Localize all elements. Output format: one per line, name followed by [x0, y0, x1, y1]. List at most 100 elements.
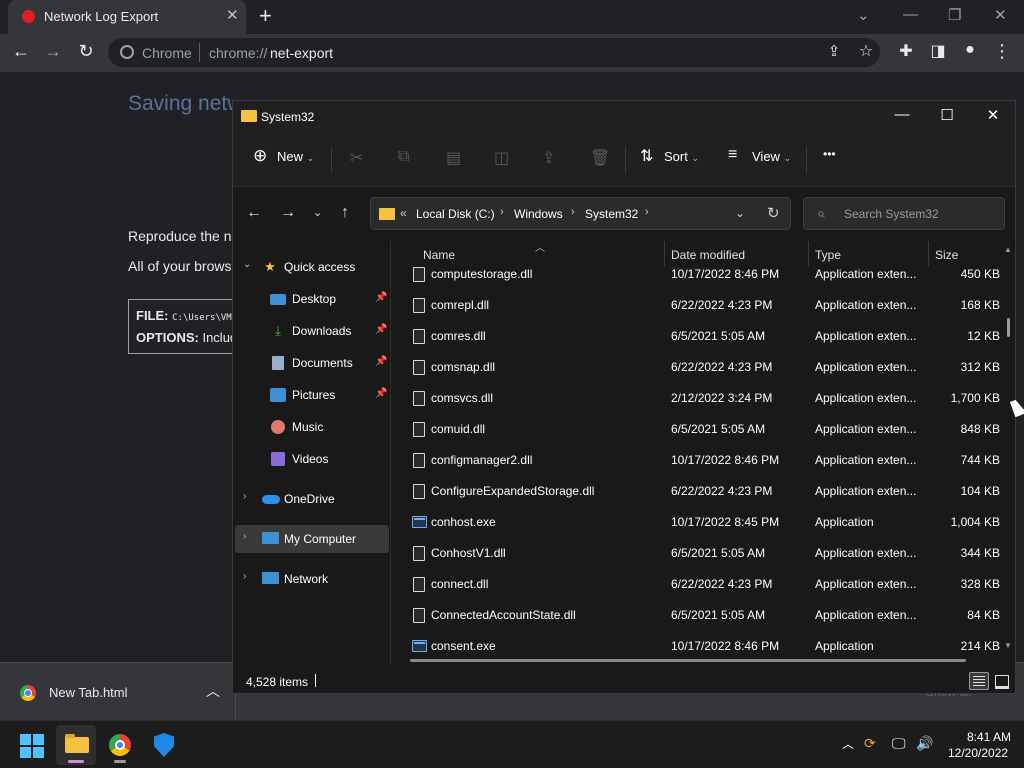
large-icons-view-icon[interactable]: [993, 672, 1011, 690]
table-row[interactable]: comsnap.dll 6/22/2022 4:23 PM Application …: [392, 352, 1002, 383]
table-row[interactable]: computestorage.dll 10/17/2022 8:46 PM Appl…: [392, 259, 1002, 290]
chevron-right-icon[interactable]: ›: [500, 206, 504, 218]
restore-button[interactable]: ❐: [948, 6, 961, 24]
chevron-right-icon[interactable]: ›: [243, 571, 246, 582]
profile-icon[interactable]: ●: [959, 41, 981, 59]
share-icon[interactable]: ⇪: [542, 148, 555, 168]
chevron-right-icon[interactable]: ›: [243, 491, 246, 502]
delete-icon[interactable]: 🗑: [590, 148, 610, 168]
chevron-up-icon[interactable]: ︿: [206, 681, 220, 701]
nav-label: Quick access: [284, 260, 356, 274]
nav-videos[interactable]: Videos: [235, 445, 389, 473]
explorer-title-bar[interactable]: System32 — ☐ ✕: [233, 101, 1015, 133]
nav-my-computer[interactable]: › My Computer: [235, 525, 389, 553]
tab-title: Network Log Export: [44, 9, 159, 24]
file-list: ︿ Name Date modified Type Size computest…: [392, 241, 1015, 665]
breadcrumb-windows[interactable]: Windows: [514, 207, 563, 221]
view-button[interactable]: View ⌄: [752, 149, 791, 164]
horizontal-scrollbar-thumb[interactable]: [410, 659, 966, 662]
chevron-right-icon[interactable]: ›: [645, 206, 649, 218]
more-options-button[interactable]: •••: [823, 147, 836, 161]
nav-onedrive[interactable]: › OneDrive: [235, 485, 389, 513]
explorer-close-button[interactable]: ✕: [970, 106, 1016, 124]
side-panel-icon[interactable]: ◨: [927, 41, 949, 61]
paste-icon[interactable]: ▤: [446, 148, 461, 168]
table-row[interactable]: comrepl.dll 6/22/2022 4:23 PM Application …: [392, 290, 1002, 321]
taskbar-file-explorer[interactable]: [56, 725, 96, 765]
chevron-right-icon[interactable]: ›: [243, 531, 246, 542]
breadcrumb-local-disk[interactable]: Local Disk (C:): [416, 207, 495, 221]
back-icon[interactable]: ←: [246, 204, 262, 222]
tab-close-icon[interactable]: ✕: [226, 6, 239, 24]
tab-search-icon[interactable]: ⌄: [857, 6, 870, 24]
table-row[interactable]: ConhostV1.dll 6/5/2021 5:05 AM Application…: [392, 538, 1002, 569]
chevron-down-icon[interactable]: ⌄: [243, 259, 251, 270]
nav-network[interactable]: › Network: [235, 565, 389, 593]
clock-date[interactable]: 12/20/2022: [948, 746, 1008, 760]
nav-documents[interactable]: Documents 📌: [235, 349, 389, 377]
up-icon[interactable]: ↑: [341, 204, 349, 222]
nav-pictures[interactable]: Pictures 📌: [235, 381, 389, 409]
table-row[interactable]: comres.dll 6/5/2021 5:05 AM Application ex…: [392, 321, 1002, 352]
table-row[interactable]: ConnectedAccountState.dll 6/5/2021 5:05 A…: [392, 600, 1002, 631]
rename-icon[interactable]: ◫: [494, 148, 509, 168]
forward-icon[interactable]: →: [42, 41, 64, 62]
extensions-icon[interactable]: ✚: [895, 41, 917, 61]
application-file-icon: [412, 516, 427, 528]
download-item[interactable]: New Tab.html ︿: [0, 663, 236, 721]
breadcrumb-system32[interactable]: System32: [585, 207, 638, 221]
share-icon[interactable]: ⇪: [823, 42, 845, 60]
desktop-icon: [270, 294, 286, 305]
table-row[interactable]: connect.dll 6/22/2022 4:23 PM Application …: [392, 569, 1002, 600]
refresh-icon[interactable]: ↻: [767, 204, 780, 222]
vertical-scrollbar-thumb[interactable]: [1007, 318, 1010, 337]
sort-button[interactable]: Sort ⌄: [664, 149, 699, 164]
explorer-minimize-button[interactable]: —: [879, 106, 925, 123]
chrome-tab[interactable]: Network Log Export ✕: [8, 0, 246, 34]
volume-icon[interactable]: 🔊: [916, 735, 933, 752]
clock-time[interactable]: 8:41 AM: [967, 730, 1011, 744]
omnibox[interactable]: Chrome chrome:// net-export ⇪ ☆: [108, 38, 880, 67]
address-row: ← → ⌄ ↑ « Local Disk (C:) › Windows › Sy…: [233, 187, 1015, 241]
explorer-maximize-button[interactable]: ☐: [924, 106, 970, 124]
forward-icon[interactable]: →: [280, 204, 296, 222]
details-view-icon[interactable]: [969, 672, 989, 690]
cut-icon[interactable]: ✂: [350, 148, 363, 168]
reload-icon[interactable]: ↻: [75, 41, 97, 62]
recent-locations-icon[interactable]: ⌄: [313, 206, 322, 219]
address-bar[interactable]: « Local Disk (C:) › Windows › System32 ›…: [370, 197, 791, 230]
nav-desktop[interactable]: Desktop 📌: [235, 285, 389, 313]
minimize-button[interactable]: —: [903, 6, 918, 23]
nav-downloads[interactable]: ⤓ Downloads 📌: [235, 317, 389, 345]
sync-icon[interactable]: ⟳: [864, 735, 876, 752]
scroll-up-icon[interactable]: ▲: [1004, 245, 1012, 254]
table-row[interactable]: comuid.dll 6/5/2021 5:05 AM Application ex…: [392, 414, 1002, 445]
scroll-down-icon[interactable]: ▼: [1004, 641, 1012, 650]
chevron-right-icon[interactable]: ›: [571, 206, 575, 218]
table-row[interactable]: ConfigureExpandedStorage.dll 6/22/2022 4:…: [392, 476, 1002, 507]
close-button[interactable]: ✕: [994, 6, 1007, 24]
shield-icon: [154, 733, 174, 757]
chevron-up-icon[interactable]: ︿: [842, 735, 854, 752]
taskbar-chrome[interactable]: [100, 725, 140, 765]
table-row[interactable]: configmanager2.dll 10/17/2022 8:46 PM Appl…: [392, 445, 1002, 476]
nav-music[interactable]: Music: [235, 413, 389, 441]
status-bar: 4,528 items: [233, 665, 1015, 693]
address-dropdown-icon[interactable]: ⌄: [735, 206, 745, 220]
table-row[interactable]: conhost.exe 10/17/2022 8:45 PM Application…: [392, 507, 1002, 538]
new-button[interactable]: New ⌄: [277, 149, 314, 164]
back-icon[interactable]: ←: [10, 41, 32, 62]
taskbar-defender[interactable]: [144, 725, 184, 765]
copy-icon[interactable]: ⧉: [398, 148, 409, 166]
table-row[interactable]: consent.exe 10/17/2022 8:46 PM Application…: [392, 631, 1002, 662]
start-windows-icon[interactable]: [20, 734, 44, 758]
search-box[interactable]: ⌕ Search System32: [803, 197, 1005, 230]
file-explorer-window: System32 — ☐ ✕ ⊕ New ⌄ ✂ ⧉ ▤ ◫ ⇪ 🗑 ⇅ Sor…: [232, 100, 1016, 694]
network-icon[interactable]: 🖵: [892, 735, 906, 752]
nav-quick-access[interactable]: ⌄ ★ Quick access: [235, 253, 389, 281]
breadcrumb-overflow[interactable]: «: [400, 206, 407, 220]
new-tab-button[interactable]: +: [259, 3, 272, 29]
menu-kebab-icon[interactable]: ⋮: [991, 41, 1013, 62]
bookmark-star-icon[interactable]: ☆: [855, 41, 877, 61]
table-row[interactable]: comsvcs.dll 2/12/2022 3:24 PM Application …: [392, 383, 1002, 414]
